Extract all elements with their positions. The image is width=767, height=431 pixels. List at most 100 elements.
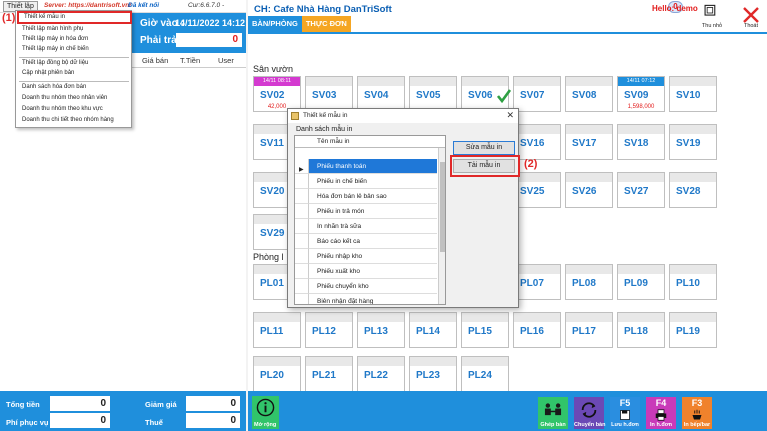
room-pl16[interactable]: PL16 [513, 312, 561, 348]
row-selector[interactable] [295, 204, 309, 219]
table-sv02[interactable]: 14/11 08:11 SV02 42,000 [253, 76, 301, 112]
template-row[interactable]: Phiếu thanh toán [309, 159, 437, 174]
menu-item-update[interactable]: Cập nhật phiên bản [22, 70, 74, 76]
menu-item-kitchen-printer[interactable]: Thiết lập máy in chế biến [22, 46, 89, 52]
table-name: PL19 [676, 326, 700, 337]
table-sv03[interactable]: SV03 [305, 76, 353, 112]
tax-value[interactable]: 0 [186, 413, 240, 428]
table-sv28[interactable]: SV28 [669, 172, 717, 208]
table-name: PL20 [260, 370, 284, 381]
table-name: PL13 [364, 326, 388, 337]
room-pl24[interactable]: PL24 [461, 356, 509, 392]
print-invoice-button[interactable]: F4 In h.đơn [646, 397, 676, 429]
row-selector[interactable] [295, 174, 309, 189]
server-address: Server: https://dantrisoft.vn/ [44, 2, 132, 9]
table-sv19[interactable]: SV19 [669, 124, 717, 160]
close-icon[interactable]: ✕ [506, 110, 514, 121]
menu-item-data-sync[interactable]: Thiết lập đồng bộ dữ liệu [22, 60, 88, 66]
room-pl17[interactable]: PL17 [565, 312, 613, 348]
table-name: PL24 [468, 370, 492, 381]
template-row[interactable]: Phiếu in chế biến [309, 174, 437, 189]
table-sv26[interactable]: SV26 [565, 172, 613, 208]
menu-item-revenue-by-area[interactable]: Doanh thu nhóm theo khu vực [22, 106, 103, 112]
template-row[interactable]: Phiếu xuất kho [309, 264, 437, 279]
template-list[interactable]: Tên mẫu in Phiếu thanh toán Phiếu in chế … [294, 135, 446, 305]
print-design-dialog: Thiết kế mẫu in ✕ Danh sách mẫu in Tên m… [287, 108, 520, 308]
menu-item-revenue-by-staff[interactable]: Doanh thu nhóm theo nhân viên [22, 95, 107, 101]
room-pl11[interactable]: PL11 [253, 312, 301, 348]
scrollbar-thumb[interactable] [440, 162, 445, 252]
row-selector[interactable] [295, 219, 309, 234]
tab-tables[interactable]: BÀN/PHÒNG [248, 16, 302, 32]
room-pl09[interactable]: PL09 [617, 264, 665, 300]
table-time-badge [566, 265, 612, 274]
row-selector[interactable] [295, 249, 309, 264]
menu-item-second-screen[interactable]: Thiết lập màn hình phụ [22, 26, 83, 32]
table-name: PL23 [416, 370, 440, 381]
table-sv10[interactable]: SV10 [669, 76, 717, 112]
template-row[interactable]: Phiếu nhập kho [309, 249, 437, 264]
print-icon [655, 409, 667, 421]
table-sv04[interactable]: SV04 [357, 76, 405, 112]
row-selector[interactable] [295, 294, 309, 304]
template-row[interactable]: Biên nhận đặt hàng [309, 294, 437, 304]
menu-item-invoice-list[interactable]: Danh sách hóa đơn bán [22, 84, 86, 90]
table-sv25[interactable]: SV25 [513, 172, 561, 208]
edit-template-button[interactable]: Sửa mẫu in [453, 141, 515, 155]
table-sv17[interactable]: SV17 [565, 124, 613, 160]
load-template-button[interactable]: Tải mẫu in [453, 159, 515, 173]
room-pl12[interactable]: PL12 [305, 312, 353, 348]
room-pl10[interactable]: PL10 [669, 264, 717, 300]
template-row[interactable]: Hóa đơn bán lẻ bản sao [309, 189, 437, 204]
menu-item-revenue-by-group[interactable]: Doanh thu chi tiết theo nhóm hàng [22, 117, 114, 123]
menu-item-invoice-printer[interactable]: Thiết lập máy in hóa đơn [22, 36, 88, 42]
room-pl15[interactable]: PL15 [461, 312, 509, 348]
save-invoice-button[interactable]: F5 Lưu h.đơn [610, 397, 640, 429]
room-pl08[interactable]: PL08 [565, 264, 613, 300]
tab-menu[interactable]: THỰC ĐƠN [301, 16, 351, 32]
order-items-header: Giá bán T.Tiền User [130, 54, 246, 68]
table-sv09[interactable]: 14/11 07:12 SV09 1,598,000 [617, 76, 665, 112]
row-selector[interactable] [295, 279, 309, 294]
table-sv18[interactable]: SV18 [617, 124, 665, 160]
row-selector[interactable] [295, 234, 309, 249]
room-pl18[interactable]: PL18 [617, 312, 665, 348]
kitchen-print-button[interactable]: F3 In bếp/bar [682, 397, 712, 429]
room-pl19[interactable]: PL19 [669, 312, 717, 348]
more-button[interactable]: Mở rộng [252, 396, 279, 429]
template-list-scrollbar[interactable] [438, 148, 445, 304]
room-pl23[interactable]: PL23 [409, 356, 457, 392]
template-row[interactable]: Phiếu chuyển kho [309, 279, 437, 294]
discount-value[interactable]: 0 [186, 396, 240, 411]
table-sv05[interactable]: SV05 [409, 76, 457, 112]
service-fee-value[interactable]: 0 [50, 413, 110, 428]
table-name: SV03 [312, 90, 337, 101]
room-pl14[interactable]: PL14 [409, 312, 457, 348]
shop-title: CH: Cafe Nhà Hàng DanTriSoft [254, 4, 392, 15]
exit-icon[interactable] [741, 6, 761, 24]
room-pl13[interactable]: PL13 [357, 312, 405, 348]
room-pl07[interactable]: PL07 [513, 264, 561, 300]
template-row[interactable]: Báo cáo kết ca [309, 234, 437, 249]
room-pl20[interactable]: PL20 [253, 356, 301, 392]
room-pl22[interactable]: PL22 [357, 356, 405, 392]
kitchen-shortcut-key: F3 [691, 398, 703, 408]
menu-item-print-design[interactable]: Thiết kế mẫu in [24, 14, 65, 20]
minimize-icon[interactable] [702, 4, 722, 22]
table-name: PL15 [468, 326, 492, 337]
template-list-caption: Danh sách mẫu in [296, 126, 353, 133]
table-sv16[interactable]: SV16 [513, 124, 561, 160]
table-sv07[interactable]: SV07 [513, 76, 561, 112]
row-selector[interactable] [295, 189, 309, 204]
move-table-button[interactable]: Chuyển bàn [574, 397, 605, 429]
merge-tables-button[interactable]: Ghép bàn [538, 397, 568, 429]
row-selector[interactable] [295, 264, 309, 279]
table-sv27[interactable]: SV27 [617, 172, 665, 208]
print-shortcut-key: F4 [655, 398, 667, 408]
template-row[interactable]: Phiếu in trả món [309, 204, 437, 219]
table-name: PL16 [520, 326, 544, 337]
minimize-label: Thu nhỏ [701, 23, 723, 29]
template-row[interactable]: In nhãn trà sữa [309, 219, 437, 234]
room-pl21[interactable]: PL21 [305, 356, 353, 392]
table-sv08[interactable]: SV08 [565, 76, 613, 112]
